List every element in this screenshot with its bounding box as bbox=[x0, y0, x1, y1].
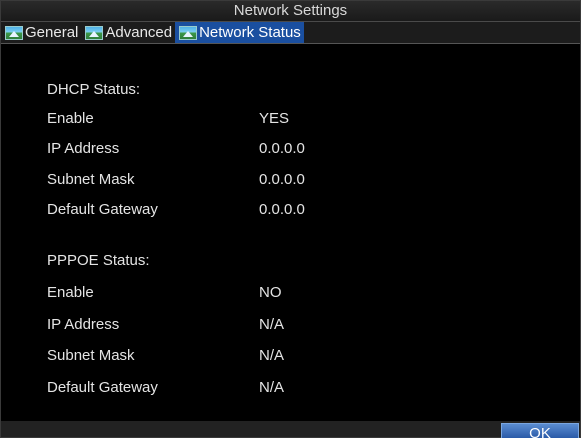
dhcp-default-gateway-value: 0.0.0.0 bbox=[259, 201, 305, 218]
dhcp-ip-address-value: 0.0.0.0 bbox=[259, 140, 305, 157]
tab-advanced-label: Advanced bbox=[105, 24, 173, 41]
window-title: Network Settings bbox=[1, 1, 580, 22]
landscape-picture-icon bbox=[5, 25, 23, 40]
dhcp-default-gateway-row: Default Gateway 0.0.0.0 bbox=[47, 199, 547, 221]
pppoe-subnet-mask-row: Subnet Mask N/A bbox=[47, 345, 547, 367]
tab-general-label: General bbox=[25, 24, 79, 41]
pppoe-enable-value: NO bbox=[259, 284, 282, 301]
landscape-picture-icon bbox=[179, 25, 198, 40]
pppoe-default-gateway-label: Default Gateway bbox=[47, 379, 158, 396]
landscape-picture-icon bbox=[85, 25, 104, 40]
dhcp-heading-label: DHCP Status: bbox=[47, 81, 141, 98]
pppoe-enable-label: Enable bbox=[47, 284, 94, 301]
pppoe-status-heading: PPPOE Status: bbox=[47, 250, 547, 272]
dhcp-enable-row: Enable YES bbox=[47, 108, 547, 130]
dhcp-ip-address-label: IP Address bbox=[47, 140, 120, 157]
dhcp-subnet-mask-label: Subnet Mask bbox=[47, 171, 135, 188]
tab-network-status-label: Network Status bbox=[199, 24, 301, 41]
pppoe-ip-address-value: N/A bbox=[259, 316, 285, 333]
dhcp-subnet-mask-value: 0.0.0.0 bbox=[259, 171, 305, 188]
pppoe-default-gateway-row: Default Gateway N/A bbox=[47, 377, 547, 399]
dhcp-subnet-mask-row: Subnet Mask 0.0.0.0 bbox=[47, 169, 547, 191]
ok-button[interactable]: OK bbox=[501, 423, 579, 438]
pppoe-ip-address-label: IP Address bbox=[47, 316, 120, 333]
pppoe-subnet-mask-value: N/A bbox=[259, 347, 285, 364]
pppoe-enable-row: Enable NO bbox=[47, 282, 547, 304]
tab-general[interactable]: General bbox=[1, 22, 81, 43]
network-settings-window: Network Settings General Advanced Networ… bbox=[0, 0, 581, 438]
dhcp-ip-address-row: IP Address 0.0.0.0 bbox=[47, 138, 547, 160]
pppoe-heading-label: PPPOE Status: bbox=[47, 252, 150, 269]
network-status-panel: DHCP Status: Enable YES IP Address 0.0.0… bbox=[1, 44, 580, 414]
tab-bar: General Advanced Network Status bbox=[1, 22, 580, 44]
tab-advanced[interactable]: Advanced bbox=[81, 22, 175, 43]
pppoe-ip-address-row: IP Address N/A bbox=[47, 314, 547, 336]
dhcp-enable-label: Enable bbox=[47, 110, 94, 127]
dhcp-default-gateway-label: Default Gateway bbox=[47, 201, 158, 218]
footer-bar bbox=[1, 421, 580, 437]
dhcp-status-heading: DHCP Status: bbox=[47, 79, 547, 101]
pppoe-default-gateway-value: N/A bbox=[259, 379, 285, 396]
tab-network-status[interactable]: Network Status bbox=[175, 22, 304, 43]
pppoe-subnet-mask-label: Subnet Mask bbox=[47, 347, 135, 364]
dhcp-enable-value: YES bbox=[259, 110, 290, 127]
